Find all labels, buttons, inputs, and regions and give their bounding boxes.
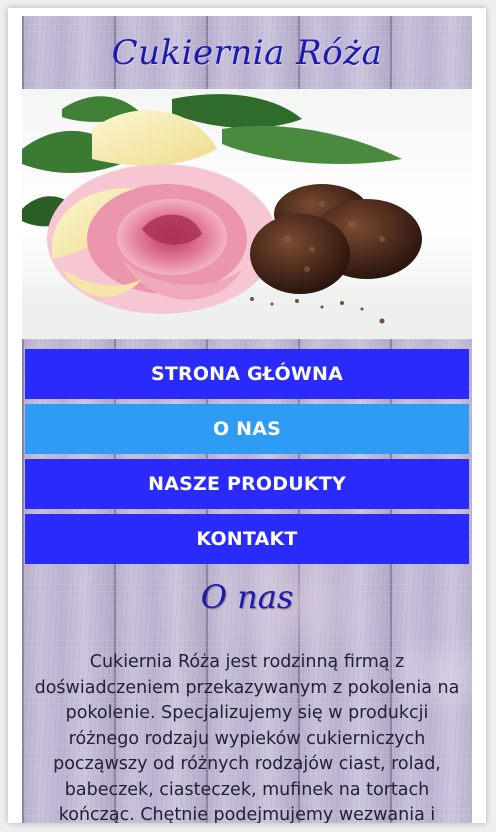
nav-item-contact[interactable]: KONTAKT [25,514,469,564]
rose-and-pralines-illustration [22,94,472,339]
main-nav: STRONA GŁÓWNA O NAS NASZE PRODUKTY KONTA… [25,349,469,569]
site-title: Cukiernia Róża [111,32,383,73]
hero-image [22,89,472,339]
phone-frame: Cukiernia Róża STRONA GŁÓWNA O NAS NASZE… [8,8,486,823]
site-header: Cukiernia Róża [22,16,472,89]
page: Cukiernia Róża STRONA GŁÓWNA O NAS NASZE… [22,16,472,823]
about-heading: O nas [200,578,294,616]
nav-item-home[interactable]: STRONA GŁÓWNA [25,349,469,399]
nav-item-about[interactable]: O NAS [25,404,469,454]
about-paragraph: Cukiernia Róża jest rodzinną firmą z doś… [34,652,460,823]
nav-item-products[interactable]: NASZE PRODUKTY [25,459,469,509]
